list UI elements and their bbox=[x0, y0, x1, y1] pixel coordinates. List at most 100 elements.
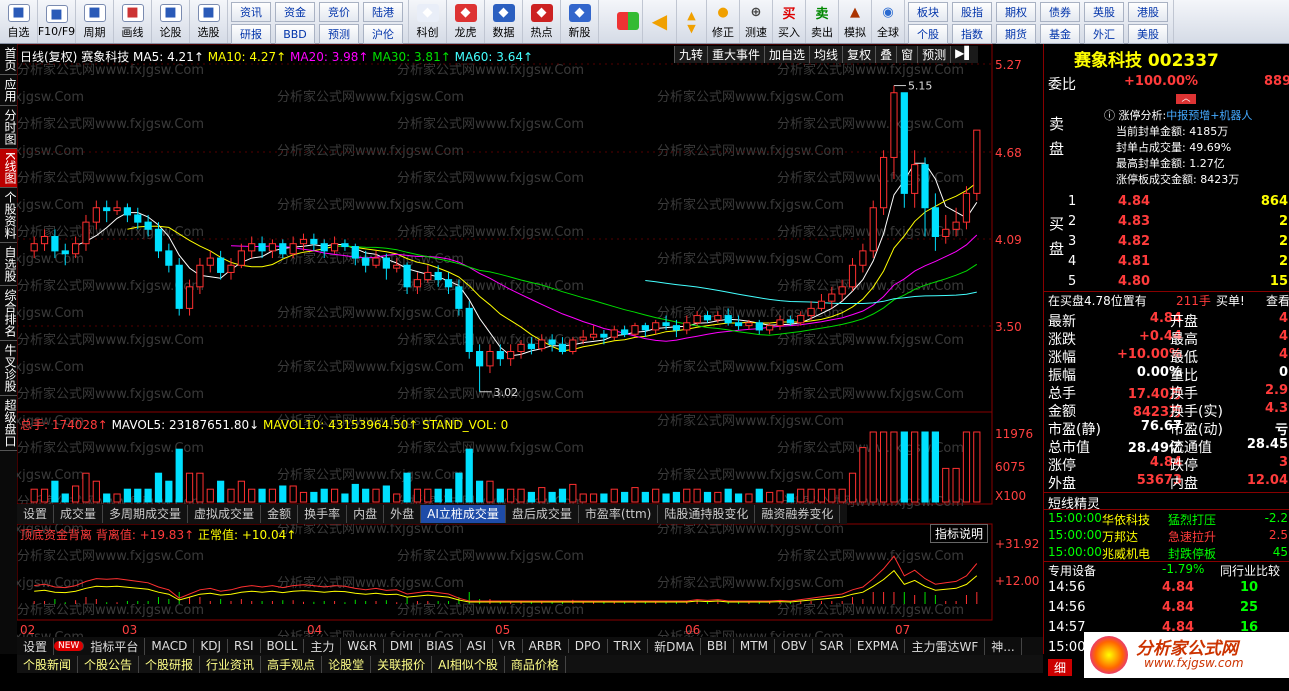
bid-row[interactable]: 4 4.81 2 bbox=[1044, 254, 1289, 272]
toolbar-right-4[interactable]: ▲ 模拟 bbox=[839, 0, 872, 43]
ind-tab-17[interactable]: BBI bbox=[701, 639, 734, 653]
bid-row[interactable]: 2 4.83 2 bbox=[1044, 214, 1289, 232]
ind-tab-7[interactable]: 主力 bbox=[304, 637, 342, 655]
chart-tool-4[interactable]: 复权 bbox=[842, 46, 876, 63]
side-tab-1[interactable]: 应用 bbox=[0, 75, 17, 106]
ind-tab-16[interactable]: 新DMA bbox=[648, 637, 701, 655]
up-down-buttons[interactable]: ▲ ▼ bbox=[677, 0, 707, 43]
grid2-btn[interactable]: 指数 bbox=[952, 24, 992, 44]
indicator-explain-button[interactable]: 指标说明 bbox=[930, 524, 989, 543]
bid-row[interactable]: 5 4.80 15 bbox=[1044, 274, 1289, 292]
ind-tab-4[interactable]: KDJ bbox=[194, 639, 228, 653]
chart-tool-7[interactable]: 预测 bbox=[917, 46, 951, 63]
side-tab-4[interactable]: 个股资料 bbox=[0, 188, 17, 243]
elf-row[interactable]: 15:00:00 华依科技 猛烈打压 -2.2 bbox=[1044, 511, 1289, 529]
grid2-btn[interactable]: 期货 bbox=[996, 24, 1036, 44]
chevron-up-icon[interactable]: ︿ bbox=[1176, 94, 1196, 104]
grid2-btn[interactable]: 个股 bbox=[908, 24, 948, 44]
chart-tool-3[interactable]: 均线 bbox=[809, 46, 843, 63]
grid2-btn[interactable]: 债券 bbox=[1040, 2, 1080, 22]
ind-tab-19[interactable]: OBV bbox=[775, 639, 814, 653]
ind-tab-11[interactable]: ASI bbox=[461, 639, 494, 653]
vol-tab-3[interactable]: 虚拟成交量 bbox=[188, 505, 262, 523]
side-tab-5[interactable]: 自选股 bbox=[0, 243, 17, 286]
vol-tab-4[interactable]: 金额 bbox=[261, 505, 299, 523]
toolbar-mid-3[interactable]: ◆ 热点 bbox=[523, 0, 561, 43]
palette-button[interactable] bbox=[613, 0, 643, 43]
vol-tab-1[interactable]: 成交量 bbox=[54, 505, 104, 523]
info-tab-2[interactable]: 个股研报 bbox=[139, 655, 201, 673]
grid2-btn[interactable]: 期权 bbox=[996, 2, 1036, 22]
toolbar-btn-4[interactable]: ■ 论股 bbox=[152, 0, 190, 43]
side-tab-3[interactable]: K线图 bbox=[0, 149, 17, 188]
toolbar-right-1[interactable]: ⊕ 测速 bbox=[740, 0, 773, 43]
toolbar-mid-4[interactable]: ◆ 新股 bbox=[561, 0, 599, 43]
grid2-btn[interactable]: 股指 bbox=[952, 2, 992, 22]
ind-tab-6[interactable]: BOLL bbox=[261, 639, 305, 653]
chart-tool-0[interactable]: 九转 bbox=[674, 46, 708, 63]
side-tab-8[interactable]: 超级盘口 bbox=[0, 396, 17, 451]
ind-tab-0[interactable]: 设置 bbox=[17, 637, 55, 655]
vol-tab-10[interactable]: 市盈率(ttm) bbox=[579, 505, 659, 523]
kline-chart[interactable]: 分析家公式网www.fxjgsw.Com 分析家公式网www.fxjgsw.Com… bbox=[17, 44, 1043, 654]
elf-row[interactable]: 15:00:00 万邦达 急速拉升 2.5 bbox=[1044, 528, 1289, 546]
ind-tab-13[interactable]: ARBR bbox=[523, 639, 569, 653]
toolbar-btn-0[interactable]: ■ 自选 bbox=[0, 0, 38, 43]
ind-tab-21[interactable]: EXPMA bbox=[851, 639, 906, 653]
chart-tool-8[interactable]: ▶▌ bbox=[950, 46, 978, 63]
ind-tab-8[interactable]: W&R bbox=[341, 639, 384, 653]
grid-btn[interactable]: 陆港 bbox=[363, 2, 403, 22]
vol-tab-2[interactable]: 多周期成交量 bbox=[103, 505, 189, 523]
ind-tab-18[interactable]: MTM bbox=[734, 639, 775, 653]
ind-tab-9[interactable]: DMI bbox=[384, 639, 421, 653]
ind-tab-12[interactable]: VR bbox=[493, 639, 523, 653]
side-tab-2[interactable]: 分时图 bbox=[0, 106, 17, 149]
info-tab-5[interactable]: 论股堂 bbox=[322, 655, 372, 673]
ind-tab-22[interactable]: 主力雷达WF bbox=[905, 637, 986, 655]
side-tab-0[interactable]: 首页 bbox=[0, 44, 17, 75]
toolbar-btn-3[interactable]: ■ 画线 bbox=[114, 0, 152, 43]
grid-btn[interactable]: 竞价 bbox=[319, 2, 359, 22]
chart-tool-1[interactable]: 重大事件 bbox=[707, 46, 765, 63]
toolbar-right-2[interactable]: 买买入 bbox=[773, 0, 806, 43]
vol-tab-8[interactable]: AI立桩成交量 bbox=[421, 505, 506, 523]
queue-3[interactable]: 查看 bbox=[1266, 292, 1289, 309]
info-tab-8[interactable]: 商品价格 bbox=[505, 655, 566, 673]
toolbar-right-3[interactable]: 卖卖出 bbox=[806, 0, 839, 43]
vol-tab-7[interactable]: 外盘 bbox=[384, 505, 422, 523]
vol-tab-5[interactable]: 换手率 bbox=[298, 505, 348, 523]
toolbar-btn-1[interactable]: ■ F10/F9 bbox=[38, 0, 76, 43]
vol-tab-0[interactable]: 设置 bbox=[17, 505, 55, 523]
toolbar-btn-2[interactable]: ■ 周期 bbox=[76, 0, 114, 43]
info-tab-0[interactable]: 个股新闻 bbox=[17, 655, 79, 673]
ind-tab-23[interactable]: 神... bbox=[985, 637, 1022, 655]
bid-row[interactable]: 3 4.82 2 bbox=[1044, 234, 1289, 252]
vol-tab-9[interactable]: 盘后成交量 bbox=[506, 505, 579, 523]
toolbar-btn-5[interactable]: ■ 选股 bbox=[190, 0, 228, 43]
ind-tab-20[interactable]: SAR bbox=[813, 639, 851, 653]
toolbar-mid-1[interactable]: ◆ 龙虎 bbox=[447, 0, 485, 43]
ind-tab-15[interactable]: TRIX bbox=[608, 639, 649, 653]
detail-button[interactable]: 细 bbox=[1048, 659, 1073, 676]
info-tab-4[interactable]: 高手观点 bbox=[261, 655, 323, 673]
grid-btn[interactable]: BBD bbox=[275, 24, 315, 44]
industry-row[interactable]: 专用设备 -1.79% 同行业比较 bbox=[1044, 561, 1289, 579]
vol-tab-12[interactable]: 融资融券变化 bbox=[755, 505, 841, 523]
grid2-btn[interactable]: 港股 bbox=[1128, 2, 1168, 22]
grid2-btn[interactable]: 外汇 bbox=[1084, 24, 1124, 44]
info-tab-3[interactable]: 行业资讯 bbox=[200, 655, 262, 673]
vol-tab-6[interactable]: 内盘 bbox=[347, 505, 385, 523]
chart-tool-5[interactable]: 叠 bbox=[875, 46, 897, 63]
ind-tab-2[interactable]: 指标平台 bbox=[84, 637, 146, 655]
info-tab-6[interactable]: 关联报价 bbox=[371, 655, 433, 673]
vol-tab-11[interactable]: 陆股通持股变化 bbox=[658, 505, 756, 523]
grid-btn[interactable]: 预测 bbox=[319, 24, 359, 44]
ind-tab-1[interactable]: NEW bbox=[54, 641, 85, 651]
grid-btn[interactable]: 资金 bbox=[275, 2, 315, 22]
limit-tag[interactable]: 中报预增+机器人 bbox=[1166, 109, 1252, 122]
chart-tool-6[interactable]: 窗 bbox=[896, 46, 918, 63]
grid-btn[interactable]: 沪伦 bbox=[363, 24, 403, 44]
side-tab-6[interactable]: 综合排名 bbox=[0, 286, 17, 341]
grid2-btn[interactable]: 美股 bbox=[1128, 24, 1168, 44]
ind-tab-5[interactable]: RSI bbox=[228, 639, 261, 653]
